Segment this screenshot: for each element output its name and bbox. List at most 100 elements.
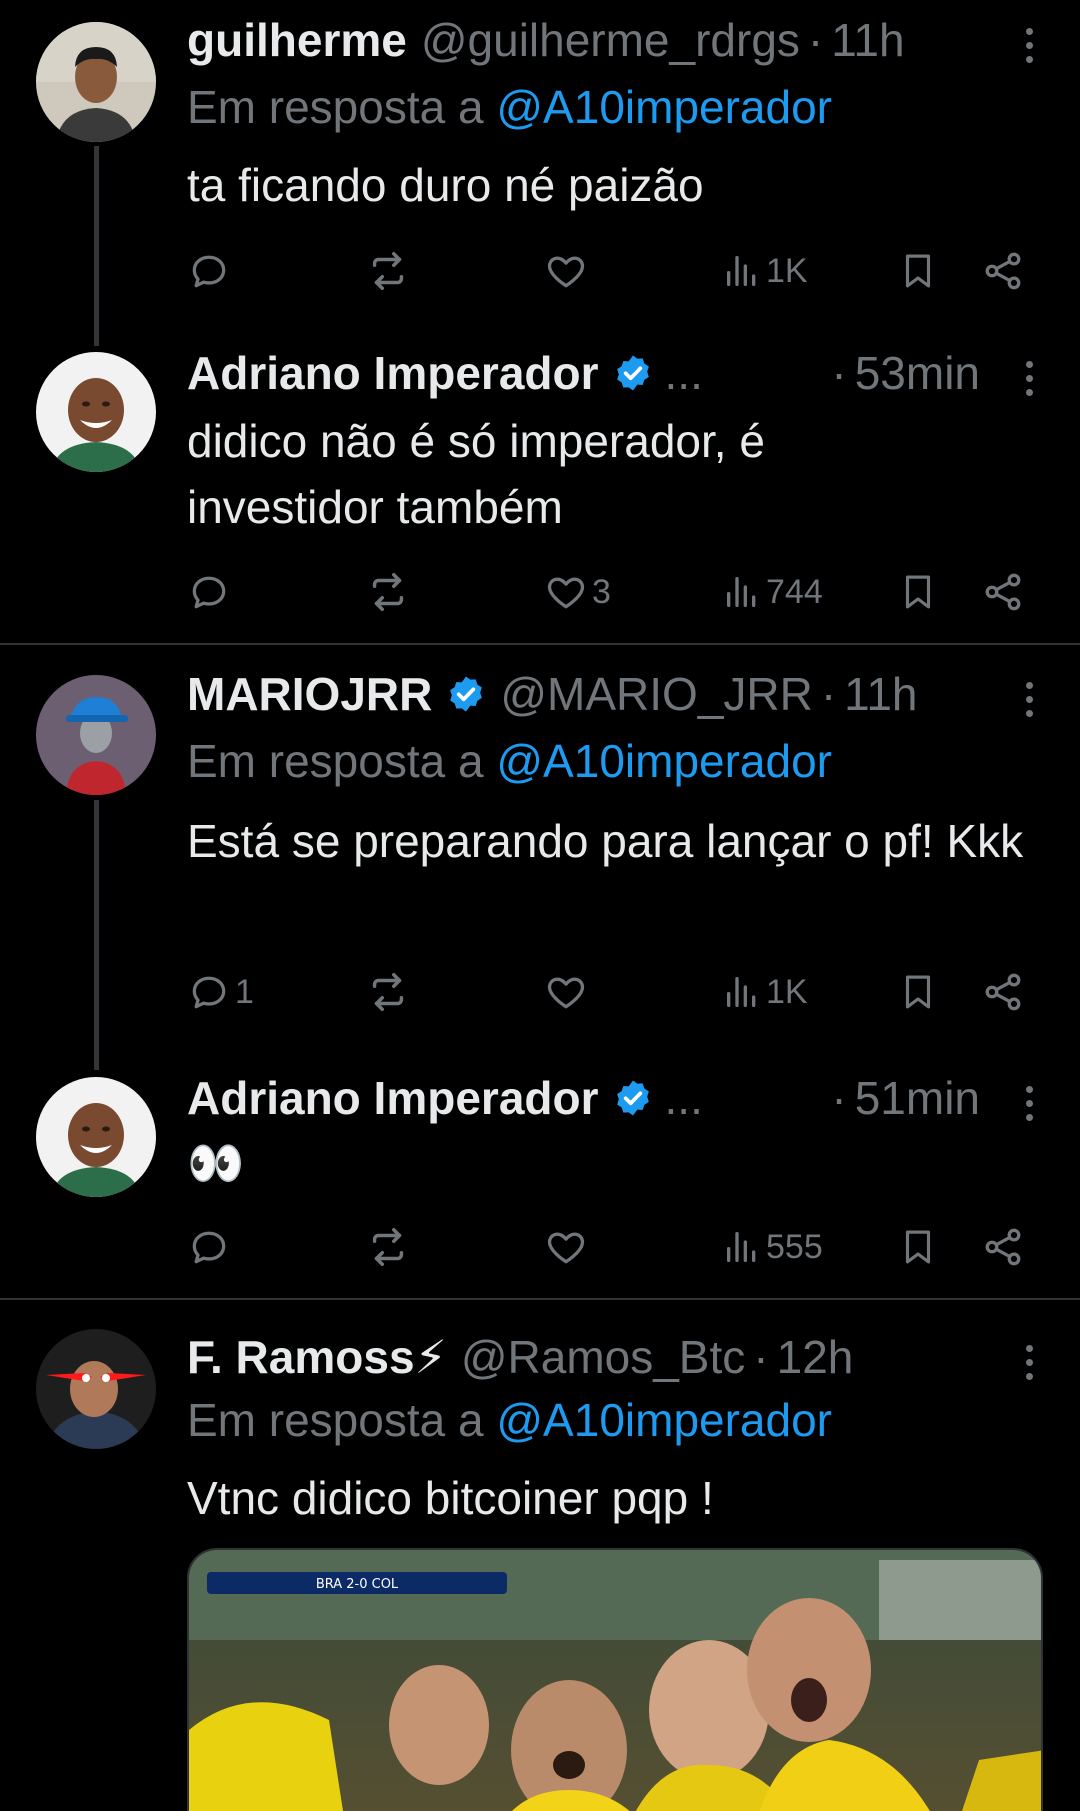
reply-mention-link[interactable]: @A10imperador xyxy=(496,735,832,787)
like-button[interactable] xyxy=(544,967,592,1017)
repost-button[interactable] xyxy=(365,967,415,1017)
conversation-divider xyxy=(0,643,1080,645)
tweet-text: 👀 xyxy=(187,1137,245,1189)
more-icon[interactable] xyxy=(1014,20,1044,70)
author-name[interactable]: F. Ramoss⚡ xyxy=(187,1330,447,1384)
repost-icon xyxy=(372,973,404,1011)
tweet-header: Adriano Imperador ... · 53min xyxy=(187,343,980,403)
reply-button[interactable] xyxy=(187,1222,235,1272)
like-count: 3 xyxy=(592,572,611,611)
thread-line xyxy=(94,146,99,346)
avatar-mariojrr[interactable] xyxy=(36,675,156,795)
avatar-adriano[interactable] xyxy=(36,352,156,472)
bookmark-button[interactable] xyxy=(897,246,939,296)
reply-prefix: Em resposta a xyxy=(187,1394,484,1446)
tweet-header: F. Ramoss⚡ @Ramos_Btc · 12h xyxy=(187,1327,980,1387)
tweet-text: ta ficando duro né paizão xyxy=(187,159,704,211)
reply-context: Em resposta a @A10imperador xyxy=(187,80,832,134)
reply-icon xyxy=(192,1231,226,1264)
reply-mention-link[interactable]: @A10imperador xyxy=(496,1394,832,1446)
share-icon xyxy=(985,1228,1021,1266)
more-icon[interactable] xyxy=(1014,674,1044,724)
timestamp[interactable]: 53min xyxy=(855,346,980,400)
views-button[interactable]: 744 xyxy=(722,567,823,617)
reply-icon xyxy=(192,976,226,1009)
like-button[interactable] xyxy=(544,246,592,296)
like-icon xyxy=(547,256,585,288)
timestamp[interactable]: 11h xyxy=(844,667,917,721)
bookmark-button[interactable] xyxy=(897,967,939,1017)
reply-prefix: Em resposta a xyxy=(187,735,484,787)
verified-badge-icon xyxy=(613,353,653,393)
reply-icon xyxy=(192,255,226,288)
separator-dot: · xyxy=(753,1331,769,1383)
like-icon xyxy=(547,977,585,1009)
action-bar: 3 744 xyxy=(187,567,1037,617)
share-button[interactable] xyxy=(981,1222,1025,1272)
stadium-celebration-image: BRA 2-0 COL xyxy=(189,1550,1041,1811)
repost-button[interactable] xyxy=(365,1222,415,1272)
handle-truncated: ... xyxy=(664,347,703,399)
more-icon[interactable] xyxy=(1014,1337,1044,1387)
action-bar: 1K xyxy=(187,246,1037,296)
timestamp[interactable]: 11h xyxy=(831,13,904,67)
like-button[interactable]: 3 xyxy=(544,567,611,617)
author-handle[interactable]: @guilherme_rdrgs xyxy=(421,13,800,67)
avatar-adriano[interactable] xyxy=(36,1077,156,1197)
share-icon xyxy=(985,973,1021,1011)
bookmark-icon xyxy=(905,975,931,1009)
conversation-divider xyxy=(0,1298,1080,1300)
author-handle[interactable]: @MARIO_JRR xyxy=(500,667,813,721)
like-icon xyxy=(547,577,585,609)
author-handle[interactable]: @Ramos_Btc xyxy=(461,1330,745,1384)
more-icon[interactable] xyxy=(1014,353,1044,403)
like-button[interactable] xyxy=(544,1222,592,1272)
verified-badge-icon xyxy=(613,1078,653,1118)
media-scoreboard-overlay: BRA 2-0 COL xyxy=(316,1577,399,1592)
views-button[interactable]: 555 xyxy=(722,1222,823,1272)
views-button[interactable]: 1K xyxy=(722,246,808,296)
repost-button[interactable] xyxy=(365,567,415,617)
author-name[interactable]: Adriano Imperador xyxy=(187,1071,599,1125)
reply-button[interactable] xyxy=(187,567,235,617)
reply-mention-link[interactable]: @A10imperador xyxy=(496,81,832,133)
share-button[interactable] xyxy=(981,246,1025,296)
views-count: 555 xyxy=(766,1227,823,1266)
tweet-text: Está se preparando para lançar o pf! Kkk xyxy=(187,815,1024,867)
reply-icon xyxy=(192,576,226,609)
bookmark-button[interactable] xyxy=(897,1222,939,1272)
views-icon xyxy=(727,1232,756,1262)
views-button[interactable]: 1K xyxy=(722,967,808,1017)
share-button[interactable] xyxy=(981,567,1025,617)
reply-prefix: Em resposta a xyxy=(187,81,484,133)
author-name[interactable]: guilherme xyxy=(187,13,407,67)
bookmark-icon xyxy=(905,1230,931,1264)
separator-dot: · xyxy=(820,668,837,720)
bookmark-button[interactable] xyxy=(897,567,939,617)
separator-dot: · xyxy=(831,347,847,399)
share-icon xyxy=(985,252,1021,290)
reply-button[interactable]: 1 xyxy=(187,967,254,1017)
share-icon xyxy=(985,573,1021,611)
views-count: 744 xyxy=(766,572,823,611)
repost-button[interactable] xyxy=(365,246,415,296)
handle-truncated: ... xyxy=(664,1072,703,1124)
author-name[interactable]: Adriano Imperador xyxy=(187,346,599,400)
views-icon xyxy=(727,256,756,286)
share-button[interactable] xyxy=(981,967,1025,1017)
avatar-ramoss[interactable] xyxy=(36,1329,156,1449)
avatar-guilherme[interactable] xyxy=(36,22,156,142)
repost-icon xyxy=(372,252,404,290)
reply-context: Em resposta a @A10imperador xyxy=(187,1393,832,1447)
tweet-header: MARIOJRR @MARIO_JRR · 11h xyxy=(187,664,980,724)
tweet-media-gif[interactable]: BRA 2-0 COL xyxy=(187,1548,1043,1811)
timeline-feed: guilherme @guilherme_rdrgs · 11h Em resp… xyxy=(0,0,1080,1811)
action-bar: 1 1K xyxy=(187,967,1037,1017)
more-icon[interactable] xyxy=(1014,1078,1044,1128)
bookmark-icon xyxy=(905,575,931,609)
reply-button[interactable] xyxy=(187,246,235,296)
timestamp[interactable]: 51min xyxy=(855,1071,980,1125)
reply-context: Em resposta a @A10imperador xyxy=(187,734,832,788)
timestamp[interactable]: 12h xyxy=(777,1330,854,1384)
author-name[interactable]: MARIOJRR xyxy=(187,667,432,721)
